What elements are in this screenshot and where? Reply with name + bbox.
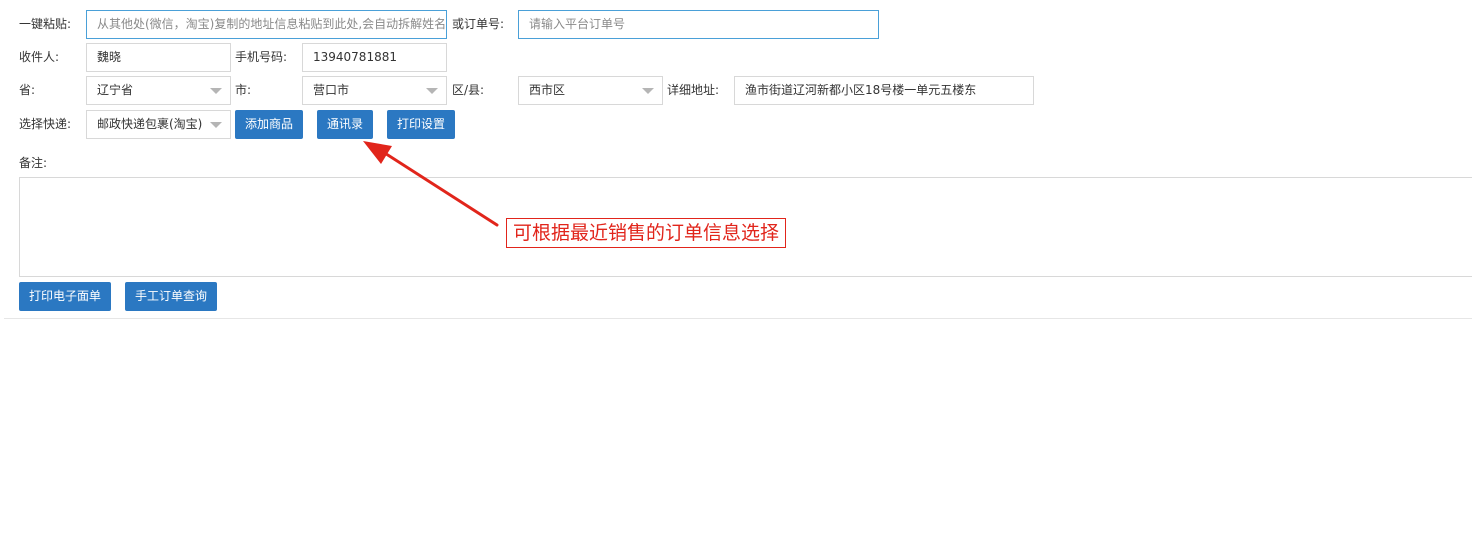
add-goods-button[interactable]: 添加商品 (235, 110, 303, 139)
city-select[interactable]: 营口市 (302, 76, 447, 105)
city-value: 营口市 (313, 83, 350, 97)
receiver-label: 收件人: (19, 50, 60, 64)
contacts-button[interactable]: 通讯录 (317, 110, 373, 139)
address-label: 详细地址: (667, 83, 720, 97)
annotation-callout: 可根据最近销售的订单信息选择 (506, 218, 787, 248)
chevron-down-icon (642, 88, 654, 94)
address-input[interactable]: 渔市街道辽河新都小区18号楼一单元五楼东 (734, 76, 1034, 105)
express-label: 选择快递: (19, 117, 72, 131)
paste-label: 一键粘贴: (19, 17, 72, 31)
receiver-input[interactable]: 魏晓 (86, 43, 231, 72)
city-label: 市: (235, 83, 252, 97)
section-divider (4, 318, 1472, 319)
phone-label: 手机号码: (235, 50, 288, 64)
paste-address-input[interactable]: 从其他处(微信，淘宝)复制的地址信息粘贴到此处,会自动拆解姓名 (86, 10, 447, 39)
province-select[interactable]: 辽宁省 (86, 76, 231, 105)
order-number-label: 或订单号: (452, 17, 505, 31)
order-form-page: 一键粘贴: 从其他处(微信，淘宝)复制的地址信息粘贴到此处,会自动拆解姓名 或订… (0, 0, 1472, 548)
district-label: 区/县: (452, 83, 485, 97)
chevron-down-icon (210, 122, 222, 128)
express-select[interactable]: 邮政快递包裹(淘宝) (86, 110, 231, 139)
province-value: 辽宁省 (97, 83, 134, 97)
district-value: 西市区 (529, 83, 566, 97)
manual-order-query-button[interactable]: 手工订单查询 (125, 282, 217, 311)
phone-input[interactable]: 13940781881 (302, 43, 447, 72)
district-select[interactable]: 西市区 (518, 76, 663, 105)
print-waybill-button[interactable]: 打印电子面单 (19, 282, 111, 311)
print-settings-button[interactable]: 打印设置 (387, 110, 455, 139)
chevron-down-icon (210, 88, 222, 94)
order-number-input[interactable]: 请输入平台订单号 (518, 10, 879, 39)
remark-label: 备注: (19, 156, 48, 170)
express-value: 邮政快递包裹(淘宝) (97, 117, 203, 131)
province-label: 省: (19, 83, 36, 97)
chevron-down-icon (426, 88, 438, 94)
